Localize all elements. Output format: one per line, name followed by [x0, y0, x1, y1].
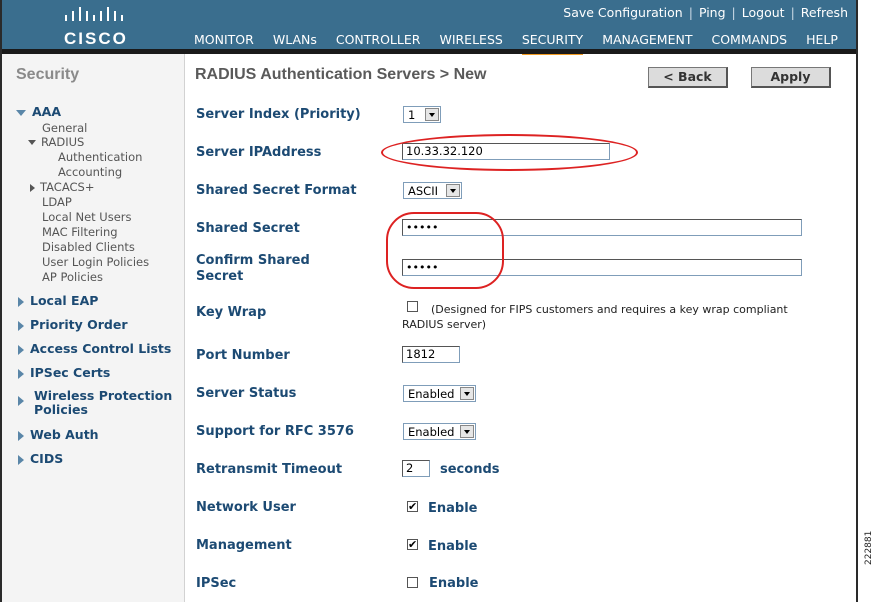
- logout-link[interactable]: Logout: [742, 5, 785, 20]
- sidebar-item-ldap[interactable]: LDAP: [42, 195, 72, 209]
- management-enable-label: Enable: [428, 539, 478, 554]
- collapsed-arrow-icon: [30, 183, 35, 192]
- refresh-link[interactable]: Refresh: [801, 5, 848, 20]
- sidebar-item-priority-order[interactable]: Priority Order: [18, 317, 128, 332]
- sidebar-item-ipsec-certs[interactable]: IPSec Certs: [18, 365, 110, 380]
- controller-window: CISCO Save Configuration | Ping | Logout | Ref…: [0, 0, 858, 602]
- ping-link[interactable]: Ping: [699, 5, 726, 20]
- ipsec-enable-label: Enable: [429, 576, 479, 591]
- key-wrap-label: Key Wrap: [196, 305, 267, 320]
- key-wrap-note: (Designed for FIPS customers and require…: [431, 303, 788, 316]
- sidebar-item-local-eap[interactable]: Local EAP: [18, 293, 98, 308]
- collapsed-arrow-icon: [18, 320, 24, 331]
- chevron-down-icon: [446, 184, 460, 197]
- sidebar-item-access-control-lists[interactable]: Access Control Lists: [18, 341, 171, 356]
- collapsed-arrow-icon: [18, 368, 24, 379]
- collapsed-arrow-icon: [18, 344, 24, 355]
- secret-format-value: ASCII: [408, 184, 438, 198]
- sidebar-item-label: Local EAP: [30, 293, 99, 308]
- secret-format-select[interactable]: ASCII: [403, 182, 462, 199]
- sidebar-item-label: Access Control Lists: [30, 341, 172, 356]
- highlight-oval-ip: [381, 134, 638, 171]
- save-configuration-link[interactable]: Save Configuration: [563, 5, 682, 20]
- sidebar-item-label: CIDS: [30, 451, 64, 466]
- chevron-down-icon: [460, 425, 474, 438]
- timeout-unit: seconds: [440, 462, 500, 477]
- sidebar-item-label: IPSec Certs: [30, 365, 111, 380]
- retransmit-timeout-label: Retransmit Timeout: [196, 462, 343, 477]
- checkmark-icon: ✔: [408, 538, 418, 551]
- sidebar-item-radius[interactable]: RADIUS: [28, 135, 84, 149]
- management-checkbox[interactable]: ✔: [407, 539, 418, 550]
- chevron-down-icon: [460, 387, 474, 400]
- collapsed-arrow-icon: [18, 296, 24, 307]
- network-user-checkbox[interactable]: ✔: [407, 501, 418, 512]
- sidebar: Security AAA General RADIUS Authenticati…: [2, 54, 185, 602]
- retransmit-timeout-input[interactable]: 2: [402, 460, 430, 477]
- chevron-down-icon: [425, 108, 439, 121]
- server-status-label: Server Status: [196, 386, 297, 401]
- ipsec-checkbox[interactable]: [407, 577, 418, 588]
- sidebar-item-web-auth[interactable]: Web Auth: [18, 427, 99, 442]
- sidebar-item-label: AAA: [32, 104, 62, 119]
- back-button[interactable]: < Back: [648, 67, 728, 88]
- sidebar-item-label: RADIUS: [41, 135, 85, 149]
- confirm-secret-label: Confirm Shared Secret: [196, 253, 310, 284]
- sidebar-item-label: Priority Order: [30, 317, 128, 332]
- sidebar-item-local-net-users[interactable]: Local Net Users: [42, 210, 132, 224]
- port-number-input[interactable]: 1812: [402, 346, 460, 363]
- sidebar-title: Security: [16, 66, 80, 83]
- expanded-arrow-icon: [28, 140, 36, 145]
- header-bar: CISCO Save Configuration | Ping | Logout | Ref…: [2, 0, 856, 55]
- key-wrap-checkbox[interactable]: [407, 301, 418, 312]
- apply-button[interactable]: Apply: [751, 67, 831, 88]
- rfc3576-label: Support for RFC 3576: [196, 424, 354, 439]
- cisco-logo-icon: [65, 7, 123, 21]
- sidebar-item-cids[interactable]: CIDS: [18, 451, 63, 466]
- highlight-oval-secret: [386, 212, 504, 289]
- separator: |: [731, 5, 736, 20]
- expanded-arrow-icon: [16, 109, 26, 116]
- sidebar-item-tacacs[interactable]: TACACS+: [30, 180, 94, 194]
- top-links: Save Configuration | Ping | Logout | Refresh: [563, 5, 848, 20]
- sidebar-item-general[interactable]: General: [42, 121, 87, 135]
- management-label: Management: [196, 538, 292, 553]
- sidebar-item-ap-policies[interactable]: AP Policies: [42, 270, 103, 284]
- collapsed-arrow-icon: [18, 430, 24, 441]
- server-index-select[interactable]: 1: [403, 106, 441, 123]
- server-status-value: Enabled: [408, 387, 455, 401]
- separator: |: [790, 5, 795, 20]
- ipsec-label: IPSec: [196, 576, 237, 591]
- page-title: RADIUS Authentication Servers > New: [195, 66, 487, 83]
- network-user-label: Network User: [196, 500, 296, 515]
- sidebar-item-label: Wireless Protection Policies: [34, 388, 173, 417]
- sidebar-item-wireless-protection-policies[interactable]: Wireless Protection Policies: [18, 389, 178, 417]
- collapsed-arrow-icon: [18, 396, 24, 406]
- separator: |: [688, 5, 693, 20]
- key-wrap-note-cont: RADIUS server): [402, 318, 487, 331]
- sidebar-item-user-login-policies[interactable]: User Login Policies: [42, 255, 149, 269]
- sidebar-item-authentication[interactable]: Authentication: [58, 150, 142, 164]
- secret-format-label: Shared Secret Format: [196, 183, 357, 198]
- sidebar-item-accounting[interactable]: Accounting: [58, 165, 122, 179]
- rfc3576-value: Enabled: [408, 425, 455, 439]
- figure-id: 222881: [864, 530, 874, 565]
- sidebar-item-label: Web Auth: [30, 427, 99, 442]
- sidebar-item-aaa[interactable]: AAA: [16, 104, 61, 119]
- server-ip-label: Server IPAddress: [196, 145, 322, 160]
- shared-secret-label: Shared Secret: [196, 221, 300, 236]
- cisco-logo: CISCO: [54, 6, 134, 48]
- server-index-value: 1: [408, 108, 416, 122]
- sidebar-item-disabled-clients[interactable]: Disabled Clients: [42, 240, 135, 254]
- sidebar-item-mac-filtering[interactable]: MAC Filtering: [42, 225, 118, 239]
- collapsed-arrow-icon: [18, 454, 24, 465]
- network-user-enable-label: Enable: [428, 501, 478, 516]
- server-index-label: Server Index (Priority): [196, 107, 361, 122]
- cisco-logo-text: CISCO: [64, 29, 128, 48]
- checkmark-icon: ✔: [408, 500, 418, 513]
- sidebar-item-label: TACACS+: [40, 180, 95, 194]
- server-status-select[interactable]: Enabled: [403, 385, 476, 402]
- rfc3576-select[interactable]: Enabled: [403, 423, 476, 440]
- port-number-label: Port Number: [196, 348, 290, 363]
